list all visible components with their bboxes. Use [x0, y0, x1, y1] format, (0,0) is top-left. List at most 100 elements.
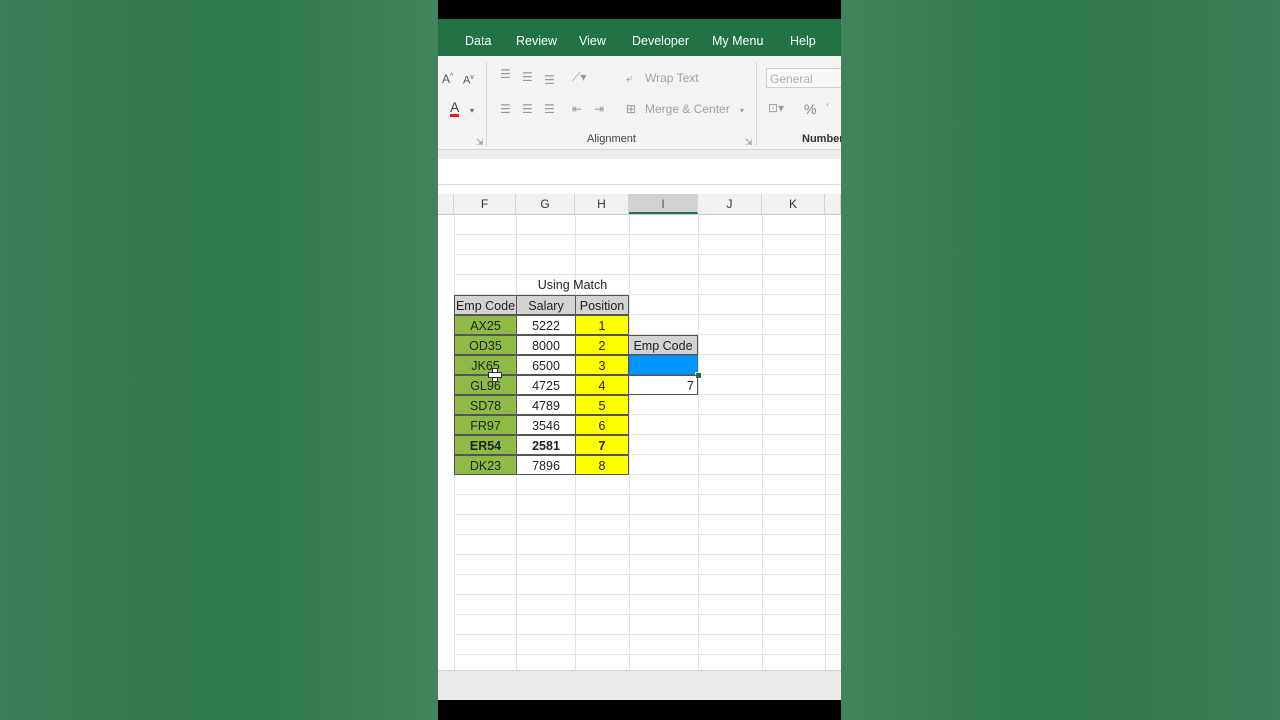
- header-emp-code[interactable]: Emp Code: [454, 295, 517, 315]
- ribbon-tab-bar: Data Review View Developer My Menu Help: [438, 19, 841, 56]
- position-cell[interactable]: 8: [575, 455, 629, 475]
- group-divider: [486, 62, 487, 146]
- select-all-corner[interactable]: [438, 194, 454, 214]
- column-header-row: F G H I J K: [438, 194, 841, 215]
- emp-code-cell[interactable]: JK65: [454, 355, 517, 375]
- chevron-down-icon[interactable]: ▾: [470, 104, 474, 118]
- position-cell[interactable]: 5: [575, 395, 629, 415]
- position-cell[interactable]: 2: [575, 335, 629, 355]
- column-header-j[interactable]: J: [698, 194, 762, 214]
- grid-column-line: [762, 214, 763, 670]
- number-format-dropdown[interactable]: General: [766, 68, 841, 88]
- grid-row-line: [454, 254, 841, 255]
- alignment-group-label: Alignment: [587, 133, 636, 145]
- salary-cell[interactable]: 2581: [516, 435, 576, 455]
- grid-column-line: [825, 214, 826, 670]
- tab-review[interactable]: Review: [516, 19, 557, 56]
- percent-style-button[interactable]: %: [804, 101, 816, 117]
- accounting-format-icon[interactable]: ⊡▾: [768, 101, 784, 115]
- number-group-label: Number: [802, 133, 841, 145]
- salary-cell[interactable]: 6500: [516, 355, 576, 375]
- column-header-i[interactable]: I: [629, 194, 698, 214]
- header-salary[interactable]: Salary: [516, 295, 576, 315]
- column-header-next[interactable]: [825, 194, 841, 214]
- emp-code-cell[interactable]: OD35: [454, 335, 517, 355]
- emp-code-cell[interactable]: ER54: [454, 435, 517, 455]
- grid-row-line: [454, 494, 841, 495]
- position-cell[interactable]: 3: [575, 355, 629, 375]
- position-cell[interactable]: 4: [575, 375, 629, 395]
- emp-code-cell[interactable]: AX25: [454, 315, 517, 335]
- font-color-icon[interactable]: A: [450, 100, 460, 117]
- grid-row-line: [454, 274, 841, 275]
- align-right-icon[interactable]: ☰: [544, 102, 555, 116]
- grid-row-line: [454, 594, 841, 595]
- lookup-result-cell[interactable]: 7: [628, 375, 698, 395]
- position-cell[interactable]: 7: [575, 435, 629, 455]
- ribbon-gap: [438, 150, 841, 159]
- number-format-value: General: [770, 72, 813, 86]
- align-center-icon[interactable]: ☰: [522, 102, 533, 116]
- tab-data[interactable]: Data: [465, 19, 491, 56]
- emp-code-cell[interactable]: FR97: [454, 415, 517, 435]
- grid-row-line: [454, 614, 841, 615]
- merge-center-button[interactable]: Merge & Center: [645, 102, 730, 116]
- top-black-bar: [438, 0, 841, 19]
- decrease-font-icon[interactable]: Av: [463, 71, 474, 88]
- align-left-icon[interactable]: ☰: [500, 102, 511, 116]
- formula-bar[interactable]: [438, 159, 841, 185]
- emp-code-cell[interactable]: GL96: [454, 375, 517, 395]
- salary-cell[interactable]: 5222: [516, 315, 576, 335]
- grid-row-line: [454, 534, 841, 535]
- grid-row-line: [454, 514, 841, 515]
- emp-code-cell[interactable]: DK23: [454, 455, 517, 475]
- tab-developer[interactable]: Developer: [632, 19, 689, 56]
- align-bottom-icon[interactable]: ☰: [544, 73, 555, 87]
- tab-my-menu[interactable]: My Menu: [712, 19, 763, 56]
- chevron-down-icon[interactable]: ▾: [740, 104, 744, 118]
- align-top-icon[interactable]: ☰: [500, 67, 511, 81]
- column-header-h[interactable]: H: [575, 194, 629, 214]
- salary-cell[interactable]: 3546: [516, 415, 576, 435]
- lookup-label[interactable]: Emp Code: [628, 335, 698, 355]
- group-divider: [756, 62, 757, 146]
- position-cell[interactable]: 6: [575, 415, 629, 435]
- excel-window: Data Review View Developer My Menu Help …: [438, 0, 841, 720]
- salary-cell[interactable]: 7896: [516, 455, 576, 475]
- salary-cell[interactable]: 8000: [516, 335, 576, 355]
- column-header-f[interactable]: F: [454, 194, 516, 214]
- merge-center-icon[interactable]: ⊞: [626, 102, 636, 116]
- ribbon: A^ Av A ▾ ⇲ ☰ ☰ ☰ ⟋▾ ☰ ☰ ☰ ⇤ ⇥ ⤶ Wrap Te…: [438, 56, 841, 150]
- grid-row-line: [454, 554, 841, 555]
- tab-view[interactable]: View: [579, 19, 606, 56]
- emp-code-cell[interactable]: SD78: [454, 395, 517, 415]
- grid-row-line: [454, 654, 841, 655]
- table-title: Using Match: [537, 278, 608, 292]
- column-header-g[interactable]: G: [516, 194, 575, 214]
- dialog-launcher-icon[interactable]: ⇲: [476, 135, 484, 149]
- wrap-text-button[interactable]: Wrap Text: [645, 71, 699, 85]
- increase-indent-icon[interactable]: ⇥: [594, 102, 604, 116]
- orientation-icon[interactable]: ⟋▾: [572, 70, 586, 84]
- header-position[interactable]: Position: [575, 295, 629, 315]
- align-middle-icon[interactable]: ☰: [522, 70, 533, 84]
- wrap-text-icon[interactable]: ⤶: [626, 71, 633, 85]
- salary-cell[interactable]: 4789: [516, 395, 576, 415]
- position-cell[interactable]: 1: [575, 315, 629, 335]
- bottom-black-bar: [438, 700, 841, 720]
- increase-font-icon[interactable]: A^: [442, 70, 453, 86]
- lookup-input-cell[interactable]: [629, 355, 698, 375]
- dialog-launcher-icon[interactable]: ⇲: [745, 135, 753, 149]
- status-bar: [438, 670, 841, 701]
- salary-cell[interactable]: 4725: [516, 375, 576, 395]
- cell-cursor-icon: [488, 368, 502, 382]
- comma-style-icon[interactable]: ’: [826, 101, 829, 115]
- grid-column-line: [629, 214, 630, 670]
- grid-row-line: [454, 634, 841, 635]
- decrease-indent-icon[interactable]: ⇤: [572, 102, 582, 116]
- grid-column-line: [698, 214, 699, 670]
- column-header-k[interactable]: K: [762, 194, 825, 214]
- tab-help[interactable]: Help: [790, 19, 816, 56]
- grid-row-line: [454, 234, 841, 235]
- grid-row-line: [454, 574, 841, 575]
